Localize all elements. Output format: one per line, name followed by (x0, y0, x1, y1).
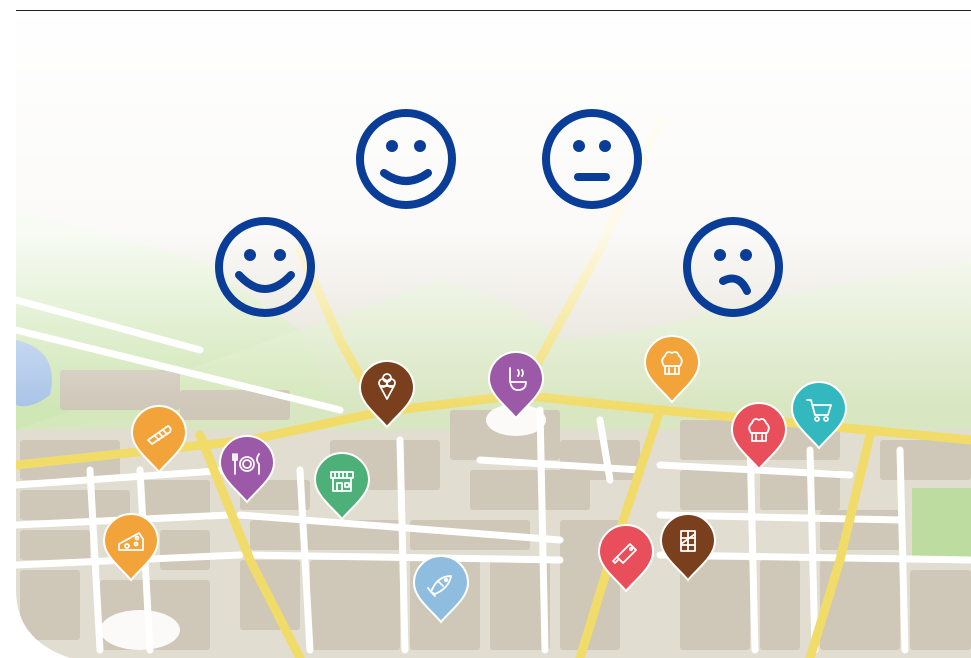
map-scene (0, 0, 971, 658)
city-map (16, 18, 971, 658)
